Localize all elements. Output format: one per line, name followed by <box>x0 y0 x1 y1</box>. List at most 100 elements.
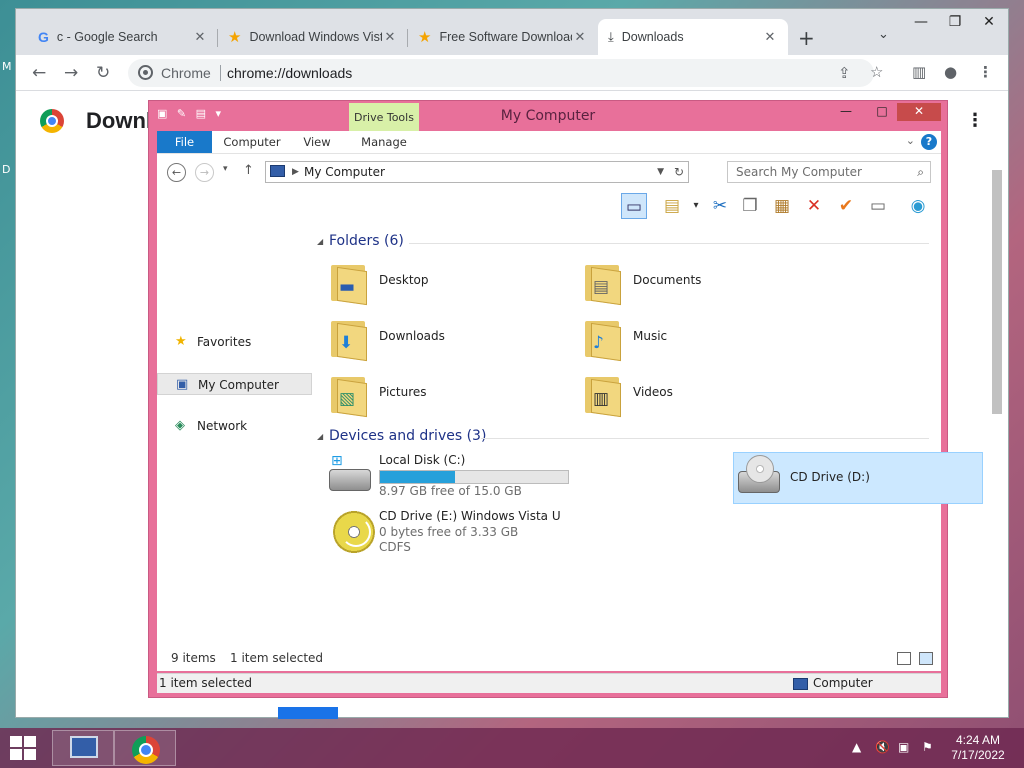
minimize-button[interactable]: — <box>904 11 938 35</box>
hard-disk-icon <box>329 469 371 491</box>
close-icon[interactable]: ✕ <box>192 29 208 45</box>
search-input[interactable]: Search My Computer ⌕ <box>727 161 931 183</box>
show-hidden-icons-icon[interactable]: ▲ <box>852 740 861 754</box>
close-icon[interactable]: ✕ <box>762 29 778 45</box>
taskbar-chrome-button[interactable] <box>114 730 176 766</box>
cut-icon[interactable]: ✂ <box>707 193 733 219</box>
folder-music[interactable]: ♪ Music <box>583 313 823 363</box>
tab-google-search[interactable]: G c - Google Search ✕ <box>28 19 218 55</box>
up-arrow-icon[interactable]: ↑ <box>243 163 254 178</box>
delete-icon[interactable]: ✕ <box>801 193 827 219</box>
details-view-icon[interactable] <box>897 652 911 665</box>
folder-icon: ▧ <box>329 371 367 418</box>
star-icon: ★ <box>228 29 242 46</box>
forward-icon[interactable]: → <box>195 163 214 182</box>
folder-pictures[interactable]: ▧ Pictures <box>329 369 569 419</box>
folder-desktop[interactable]: ▬ Desktop <box>329 257 569 307</box>
scrollbar-thumb[interactable] <box>992 170 1002 414</box>
tab-label: c - Google Search <box>56 30 158 44</box>
maximize-button[interactable]: ❐ <box>938 11 972 35</box>
chevron-down-icon[interactable]: ▾ <box>683 193 709 219</box>
chrome-menu-icon[interactable]: ⋮ <box>978 63 993 81</box>
drive-cd-d-selected[interactable]: CD Drive (D:) <box>733 452 983 504</box>
close-icon[interactable]: ✕ <box>572 29 588 45</box>
tab-manage[interactable]: Manage <box>349 131 419 153</box>
folder-icon: ▤ <box>583 259 621 306</box>
refresh-icon[interactable]: ↻ <box>674 162 684 182</box>
address-field[interactable]: ▶ My Computer ▼ ↻ <box>265 161 689 183</box>
tab-free-software-download[interactable]: ★ Free Software Download ✕ <box>408 19 598 55</box>
computer-icon <box>70 736 98 758</box>
group-header-devices[interactable]: ◢ Devices and drives (3) <box>317 428 929 448</box>
clock[interactable]: 4:24 AM 7/17/2022 <box>948 733 1008 763</box>
search-icon: ⌕ <box>917 165 924 179</box>
profile-icon[interactable]: ● <box>944 63 957 81</box>
new-tab-button[interactable]: + <box>798 26 815 50</box>
reload-icon[interactable]: ↻ <box>96 63 110 83</box>
preview-pane-icon[interactable]: ▭ <box>621 193 647 219</box>
nav-favorites[interactable]: ★ Favorites <box>157 331 312 353</box>
folder-icon: ⬇ <box>329 315 367 362</box>
help-icon[interactable]: ? <box>921 134 937 150</box>
chevron-down-icon[interactable]: ⌄ <box>906 134 915 147</box>
scrollbar[interactable] <box>990 152 1004 712</box>
folder-options-icon[interactable]: ▤ <box>659 193 685 219</box>
chevron-down-icon[interactable]: ▼ <box>657 162 664 182</box>
paste-icon[interactable]: ▦ <box>769 193 795 219</box>
omnibox-url[interactable]: chrome://downloads <box>227 65 352 81</box>
collapse-triangle-icon[interactable]: ◢ <box>317 432 323 441</box>
tab-view[interactable]: View <box>293 131 341 153</box>
group-header-folders[interactable]: ◢ Folders (6) <box>317 233 929 253</box>
computer-icon <box>793 678 808 690</box>
tab-search-button[interactable]: ⌄ <box>878 27 889 42</box>
folder-videos[interactable]: ▥ Videos <box>583 369 823 419</box>
copy-icon[interactable]: ❐ <box>737 193 763 219</box>
drive-cd-e[interactable]: CD Drive (E:) Windows Vista U 0 bytes fr… <box>329 509 579 573</box>
downloads-more-button[interactable]: ⋮ <box>966 110 984 131</box>
drive-name: CD Drive (D:) <box>790 470 870 484</box>
network-globe-icon[interactable]: ◉ <box>905 193 931 219</box>
nav-my-computer[interactable]: ▣ My Computer <box>157 373 312 395</box>
item-label: Downloads <box>379 329 445 343</box>
tab-file[interactable]: File <box>157 131 212 153</box>
tab-computer[interactable]: Computer <box>219 131 285 153</box>
start-button[interactable] <box>10 736 36 760</box>
drive-name: CD Drive (E:) Windows Vista U <box>379 509 561 523</box>
group-label: Folders (6) <box>329 233 404 249</box>
maximize-button[interactable]: □ <box>869 103 895 121</box>
large-icons-view-icon[interactable] <box>919 652 933 665</box>
bookmark-star-icon[interactable]: ☆ <box>870 63 883 81</box>
rename-icon[interactable]: ▭ <box>865 193 891 219</box>
download-button-fragment[interactable] <box>278 707 338 719</box>
checkmark-icon[interactable]: ✔ <box>833 193 859 219</box>
close-button[interactable]: ✕ <box>972 11 1006 35</box>
folder-downloads[interactable]: ⬇ Downloads <box>329 313 569 363</box>
minimize-button[interactable]: — <box>833 103 859 121</box>
speaker-muted-icon[interactable]: 🔇 <box>875 740 890 754</box>
explorer-window: ▣ ✎ ▤ ▾ Drive Tools My Computer — □ ✕ Fi… <box>148 100 983 698</box>
back-icon[interactable]: ← <box>32 63 46 83</box>
back-icon[interactable]: ← <box>167 163 186 182</box>
side-panel-icon[interactable]: ▥ <box>912 63 926 81</box>
status-location: Computer <box>813 676 873 690</box>
taskbar-explorer-button[interactable] <box>52 730 114 766</box>
nav-network[interactable]: ◈ Network <box>157 415 312 437</box>
chrome-logo-icon <box>132 736 160 764</box>
action-center-icon[interactable]: ⚑ <box>922 740 933 754</box>
recent-locations-icon[interactable]: ▾ <box>223 164 228 174</box>
tab-download-windows-vista[interactable]: ★ Download Windows Vista ✕ <box>218 19 408 55</box>
omnibox[interactable]: Chrome chrome://downloads ⇪ ☆ <box>128 59 883 87</box>
close-icon[interactable]: ✕ <box>382 29 398 45</box>
drive-local-disk-c[interactable]: ⊞ Local Disk (C:) 8.97 GB free of 15.0 G… <box>329 453 579 503</box>
close-button[interactable]: ✕ <box>897 103 941 121</box>
divider <box>409 243 929 244</box>
folder-documents[interactable]: ▤ Documents <box>583 257 823 307</box>
collapse-triangle-icon[interactable]: ◢ <box>317 237 323 246</box>
download-icon: ⤓ <box>608 29 614 44</box>
forward-icon[interactable]: → <box>64 63 78 83</box>
tab-downloads[interactable]: ⤓ Downloads ✕ <box>598 19 788 55</box>
network-icon[interactable]: ▣ <box>898 740 909 754</box>
share-icon[interactable]: ⇪ <box>838 64 851 82</box>
omnibox-scheme-label: Chrome <box>161 65 211 81</box>
chevron-right-icon[interactable]: ▶ <box>292 162 299 182</box>
